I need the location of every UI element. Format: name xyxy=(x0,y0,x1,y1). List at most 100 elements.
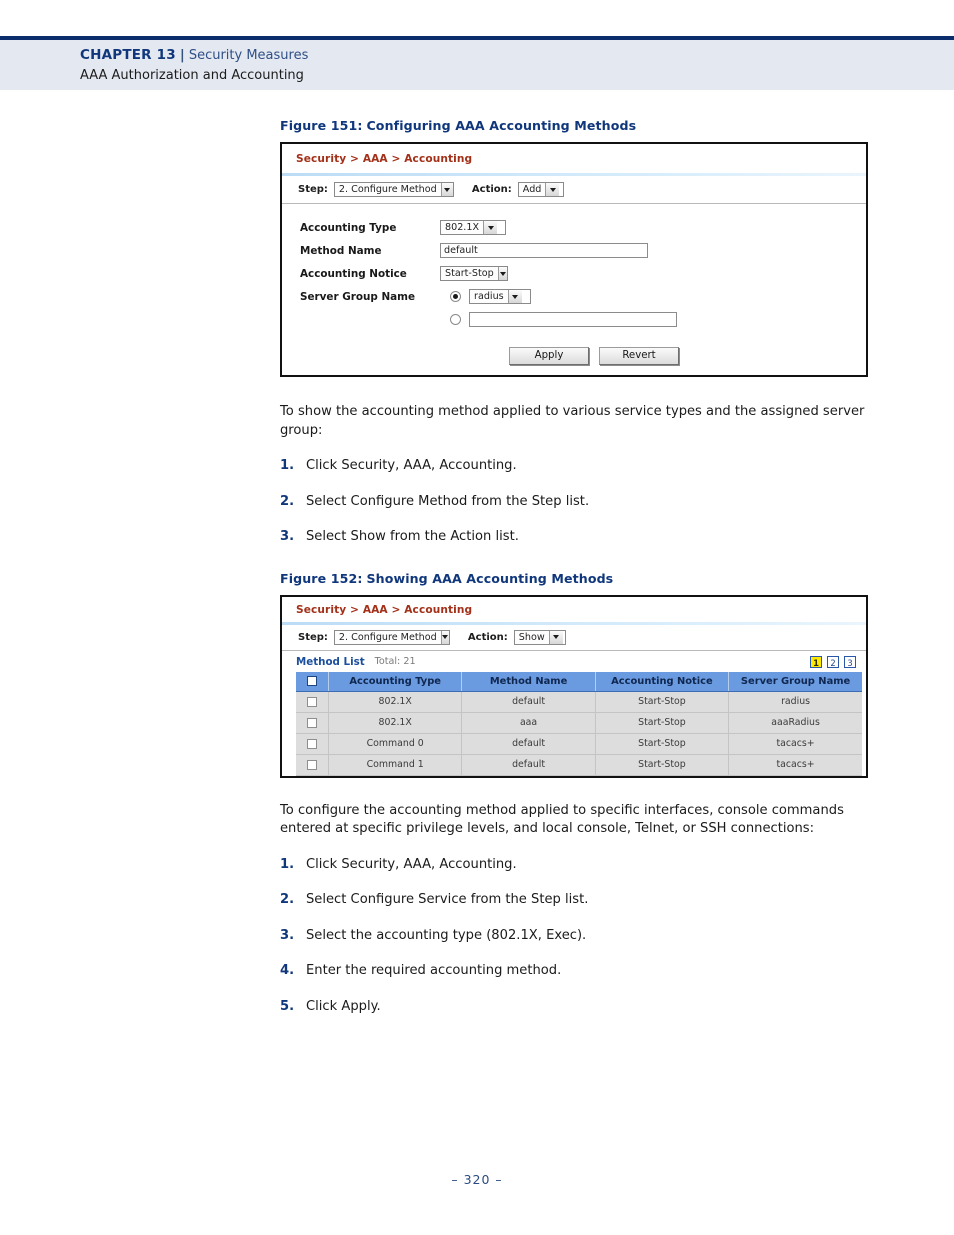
method-list-total: Total: 21 xyxy=(374,656,416,667)
cell-accounting-notice: Start-Stop xyxy=(595,712,730,734)
accounting-type-value: 802.1X xyxy=(441,221,484,234)
figure-152-title: Showing AAA Accounting Methods xyxy=(366,570,614,586)
list-item: 3. Select Show from the Action list. xyxy=(280,528,880,547)
accounting-type-label: Accounting Type xyxy=(300,221,397,234)
revert-button[interactable]: Revert xyxy=(599,347,679,365)
page-content: Figure 151: Configuring AAA Accounting Me… xyxy=(280,118,880,1016)
header-chapter-line: CHAPTER 13 | Security Measures xyxy=(80,47,954,64)
action-label: Action: xyxy=(471,184,512,195)
step-text: Enter the required accounting method. xyxy=(306,963,562,978)
page-running-header: CHAPTER 13 | Security Measures AAA Authori… xyxy=(0,36,954,90)
chevron-down-icon xyxy=(440,183,453,196)
cell-server-group-name: radius xyxy=(728,691,862,713)
form-row-method-name: Method Name default xyxy=(300,239,866,262)
column-header-accounting-type[interactable]: Accounting Type xyxy=(328,671,463,692)
step-number: 4. xyxy=(280,963,295,978)
action-select-value: Add xyxy=(518,183,546,196)
cell-method-name: aaa xyxy=(461,712,596,734)
page-button-2[interactable]: 2 xyxy=(827,655,839,668)
step-select[interactable]: 2. Configure Method xyxy=(333,629,450,645)
step-text: Click Apply. xyxy=(306,998,381,1014)
list-item: 3. Select the accounting type (802.1X, E… xyxy=(280,927,880,946)
breadcrumb[interactable]: Security > AAA > Accounting xyxy=(282,597,866,621)
server-group-select[interactable]: radius xyxy=(469,289,531,304)
accounting-notice-value: Start-Stop xyxy=(441,267,498,280)
method-list-header: Method List Total: 21 1 2 3 xyxy=(282,651,866,672)
step-text: Click Security, AAA, Accounting. xyxy=(306,856,517,872)
step-label: Step: xyxy=(298,631,328,643)
action-select[interactable]: Add xyxy=(517,182,564,197)
row-select-cell[interactable] xyxy=(296,691,329,713)
method-name-input[interactable]: default xyxy=(440,243,648,258)
header-section-title: AAA Authorization and Accounting xyxy=(80,68,304,83)
chapter-title: Security Measures xyxy=(188,48,309,63)
select-all-checkbox[interactable] xyxy=(307,675,317,686)
page-button-3[interactable]: 3 xyxy=(844,655,856,668)
cell-method-name: default xyxy=(461,733,596,755)
table-row: 802.1X aaa Start-Stop aaaRadius xyxy=(296,712,862,734)
step-number: 2. xyxy=(280,892,295,907)
step-text: Select the accounting type (802.1X, Exec… xyxy=(306,927,587,943)
step-number: 3. xyxy=(280,529,295,544)
form-row-accounting-type: Accounting Type 802.1X xyxy=(300,216,866,239)
table-header-row: Accounting Type Method Name Accounting N… xyxy=(296,671,862,692)
step-number: 1. xyxy=(280,856,295,872)
cell-accounting-notice: Start-Stop xyxy=(595,733,730,755)
column-header-method-name[interactable]: Method Name xyxy=(461,671,596,692)
step-number: 2. xyxy=(280,493,295,509)
step-number: 3. xyxy=(280,927,295,943)
chevron-down-icon xyxy=(497,267,507,280)
pagination: 1 2 3 xyxy=(810,655,856,668)
cell-method-name: default xyxy=(461,691,596,713)
cell-server-group-name: aaaRadius xyxy=(728,712,862,734)
table-row: Command 0 default Start-Stop tacacs+ xyxy=(296,733,862,755)
accounting-notice-select[interactable]: Start-Stop xyxy=(440,266,508,281)
step-text: Select Configure Service from the Step l… xyxy=(306,892,589,907)
step-text: Select Show from the Action list. xyxy=(306,529,519,544)
cell-method-name: default xyxy=(461,754,596,776)
step-number: 1. xyxy=(280,458,295,473)
row-checkbox[interactable] xyxy=(307,717,317,728)
chevron-down-icon xyxy=(440,630,449,644)
server-group-radio-predefined[interactable] xyxy=(450,291,461,302)
step-text: Select Configure Method from the Step li… xyxy=(306,493,590,509)
column-header-accounting-notice[interactable]: Accounting Notice xyxy=(595,671,730,692)
step-select[interactable]: 2. Configure Method xyxy=(333,182,454,197)
step-label: Step: xyxy=(298,184,328,195)
cell-accounting-type: 802.1X xyxy=(328,691,463,713)
row-checkbox[interactable] xyxy=(307,759,317,770)
cell-server-group-name: tacacs+ xyxy=(728,733,862,755)
form-row-server-group-name: Server Group Name radius xyxy=(300,285,866,308)
accounting-type-select[interactable]: 802.1X xyxy=(440,220,506,235)
page-button-1[interactable]: 1 xyxy=(810,655,822,668)
row-checkbox[interactable] xyxy=(307,738,317,749)
action-select[interactable]: Show xyxy=(513,629,566,645)
row-select-cell[interactable] xyxy=(296,712,329,734)
row-select-cell[interactable] xyxy=(296,733,329,755)
figure-151-number: Figure 151: xyxy=(280,118,363,133)
server-group-radio-custom[interactable] xyxy=(450,314,461,325)
server-group-name-label: Server Group Name xyxy=(300,290,416,303)
steps-list-2: 1. Click Security, AAA, Accounting. 2. S… xyxy=(280,856,880,1017)
table-row: 802.1X default Start-Stop radius xyxy=(296,691,862,713)
page-footer: – 320 – xyxy=(0,1172,954,1187)
row-checkbox[interactable] xyxy=(307,696,317,707)
column-header-server-group-name[interactable]: Server Group Name xyxy=(728,671,862,692)
step-number: 5. xyxy=(280,998,295,1014)
select-all-header[interactable] xyxy=(296,671,329,692)
body-paragraph-1: To show the accounting method applied to… xyxy=(280,404,865,438)
row-select-cell[interactable] xyxy=(296,754,329,776)
server-group-custom-input[interactable] xyxy=(469,312,677,327)
figure-151-title: Configuring AAA Accounting Methods xyxy=(366,118,637,133)
chevron-down-icon xyxy=(483,221,498,234)
cell-accounting-notice: Start-Stop xyxy=(595,691,730,713)
method-list-table: Accounting Type Method Name Accounting N… xyxy=(296,671,862,776)
list-item: 1. Click Security, AAA, Accounting. xyxy=(280,856,880,875)
apply-button[interactable]: Apply xyxy=(509,347,589,365)
accounting-notice-label: Accounting Notice xyxy=(300,267,407,280)
cell-server-group-name: tacacs+ xyxy=(728,754,862,776)
list-item: 2. Select Configure Service from the Ste… xyxy=(280,891,880,910)
chapter-label: CHAPTER 13 xyxy=(80,47,176,63)
list-item: 1. Click Security, AAA, Accounting. xyxy=(280,457,880,476)
breadcrumb[interactable]: Security > AAA > Accounting xyxy=(282,144,866,172)
